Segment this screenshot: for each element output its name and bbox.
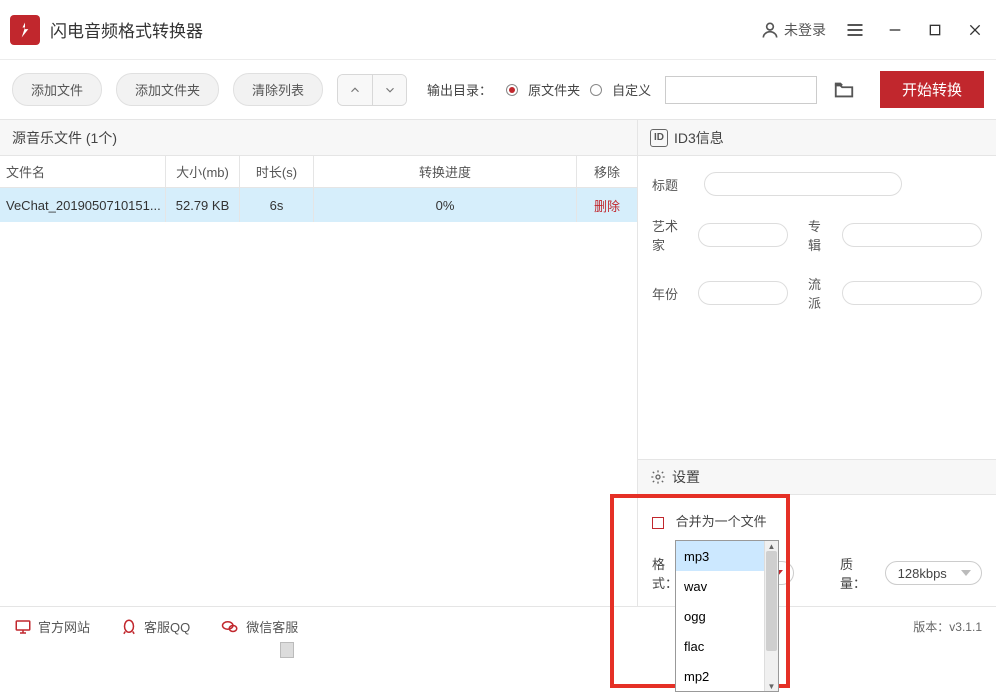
cell-size: 52.79 KB: [166, 188, 240, 222]
chevron-down-icon: [383, 83, 397, 97]
cell-name: VeChat_2019050710151...: [0, 188, 166, 222]
clear-list-button[interactable]: 清除列表: [233, 73, 323, 106]
wechat-support-link[interactable]: 微信客服: [220, 617, 298, 636]
merge-checkbox[interactable]: [652, 517, 664, 529]
id3-genre-label: 流派: [808, 274, 834, 312]
official-site-link[interactable]: 官方网站: [14, 617, 90, 636]
file-list-panel: 源音乐文件 (1个) 文件名 大小(mb) 时长(s) 转换进度 移除 VeCh…: [0, 120, 638, 608]
output-path-input[interactable]: [665, 76, 817, 104]
qq-support-link[interactable]: 客服QQ: [120, 617, 190, 636]
maximize-icon: [927, 22, 943, 38]
id-icon: ID: [650, 129, 668, 147]
col-progress: 转换进度: [314, 156, 577, 187]
add-file-button[interactable]: 添加文件: [12, 73, 102, 106]
cell-progress: 0%: [314, 188, 577, 222]
id3-year-label: 年份: [652, 284, 690, 303]
maximize-button[interactable]: [924, 19, 946, 41]
close-icon: [967, 22, 983, 38]
id3-genre-input[interactable]: [842, 281, 982, 305]
qq-icon: [120, 618, 138, 636]
format-dropdown-list: mp3 wav ogg flac mp2 ▲ ▼: [675, 540, 779, 692]
quality-label: 质量：: [840, 554, 879, 592]
gear-icon: [650, 469, 666, 485]
side-panel: ID ID3信息 标题 艺术家 专辑 年份 流派 设置: [638, 120, 996, 608]
hamburger-icon: [845, 20, 865, 40]
browse-folder-icon[interactable]: [831, 79, 857, 101]
app-title: 闪电音频格式转换器: [50, 17, 203, 42]
dd-item-mp3[interactable]: mp3: [676, 541, 778, 571]
scrollbar-thumb[interactable]: [280, 642, 294, 658]
col-duration: 时长(s): [240, 156, 314, 187]
app-logo: [10, 15, 40, 45]
id3-artist-input[interactable]: [698, 223, 788, 247]
login-button[interactable]: 未登录: [760, 20, 826, 40]
id3-title-input[interactable]: [704, 172, 902, 196]
toolbar: 添加文件 添加文件夹 清除列表 输出目录： 原文件夹 自定义 开始转换: [0, 60, 996, 120]
titlebar: 闪电音频格式转换器 未登录: [0, 0, 996, 60]
chevron-up-icon: [348, 83, 362, 97]
radio-source-label: 原文件夹: [528, 80, 580, 99]
id3-year-input[interactable]: [698, 281, 788, 305]
main-area: 源音乐文件 (1个) 文件名 大小(mb) 时长(s) 转换进度 移除 VeCh…: [0, 120, 996, 608]
scroll-down-icon[interactable]: ▼: [765, 681, 778, 691]
col-size: 大小(mb): [166, 156, 240, 187]
merge-label: 合并为一个文件: [676, 514, 767, 529]
radio-custom-label: 自定义: [612, 80, 651, 99]
start-convert-button[interactable]: 开始转换: [880, 71, 984, 108]
radio-source-folder[interactable]: [506, 84, 518, 96]
dd-item-flac[interactable]: flac: [676, 631, 778, 661]
output-dir-label: 输出目录：: [427, 80, 492, 99]
login-label: 未登录: [784, 20, 826, 40]
minimize-button[interactable]: [884, 19, 906, 41]
monitor-icon: [14, 618, 32, 636]
id3-header: ID ID3信息: [638, 120, 996, 156]
col-name: 文件名: [0, 156, 166, 187]
delete-row-button[interactable]: 删除: [577, 188, 637, 222]
user-icon: [760, 20, 780, 40]
dd-item-ogg[interactable]: ogg: [676, 601, 778, 631]
dd-item-mp2[interactable]: mp2: [676, 661, 778, 691]
move-down-button[interactable]: [372, 75, 406, 105]
table-header: 文件名 大小(mb) 时长(s) 转换进度 移除: [0, 156, 637, 188]
add-folder-button[interactable]: 添加文件夹: [116, 73, 219, 106]
cell-duration: 6s: [240, 188, 314, 222]
scroll-thumb[interactable]: [766, 551, 777, 651]
quality-dropdown[interactable]: 128kbps: [885, 561, 982, 585]
version-label: 版本：v3.1.1: [913, 618, 982, 635]
scroll-up-icon[interactable]: ▲: [765, 541, 778, 551]
footer: 官方网站 客服QQ 微信客服 版本：v3.1.1: [0, 606, 996, 646]
id3-artist-label: 艺术家: [652, 216, 690, 254]
dropdown-scrollbar[interactable]: ▲ ▼: [764, 541, 778, 691]
wechat-icon: [220, 618, 240, 636]
source-header: 源音乐文件 (1个): [0, 120, 637, 156]
radio-custom-folder[interactable]: [590, 84, 602, 96]
table-row[interactable]: VeChat_2019050710151... 52.79 KB 6s 0% 删…: [0, 188, 637, 222]
quality-value: 128kbps: [898, 566, 947, 581]
close-button[interactable]: [964, 19, 986, 41]
id3-album-label: 专辑: [808, 216, 834, 254]
reorder-buttons: [337, 74, 407, 106]
id3-album-input[interactable]: [842, 223, 982, 247]
id3-title-label: 标题: [652, 175, 696, 194]
col-remove: 移除: [577, 156, 637, 187]
minimize-icon: [887, 22, 903, 38]
dropdown-arrow-icon: [961, 570, 971, 576]
move-up-button[interactable]: [338, 75, 372, 105]
settings-header: 设置: [638, 459, 996, 495]
menu-button[interactable]: [844, 19, 866, 41]
dd-item-wav[interactable]: wav: [676, 571, 778, 601]
